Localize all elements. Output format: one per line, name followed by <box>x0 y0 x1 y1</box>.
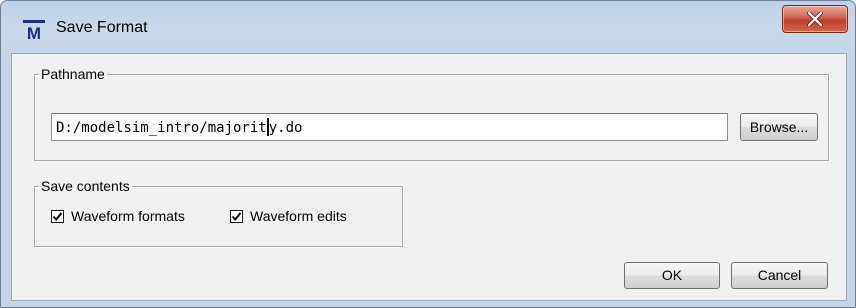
pathname-value-after-caret: y.do <box>268 120 303 136</box>
app-icon-letter: M <box>27 24 41 40</box>
check-icon <box>52 211 63 221</box>
check-icon <box>231 211 242 221</box>
save-format-dialog: M Save Format Pathname D:/modelsim_intro… <box>0 0 856 308</box>
waveform-formats-label: Waveform formats <box>71 208 185 224</box>
save-contents-group-label: Save contents <box>39 178 132 194</box>
close-button[interactable] <box>782 5 848 33</box>
cancel-button[interactable]: Cancel <box>731 262 828 289</box>
title-bar[interactable]: M Save Format <box>1 1 855 53</box>
waveform-edits-label: Waveform edits <box>250 208 347 224</box>
waveform-formats-option[interactable]: Waveform formats <box>51 208 185 224</box>
browse-button[interactable]: Browse... <box>740 113 818 141</box>
window-title: Save Format <box>56 19 148 36</box>
ok-button[interactable]: OK <box>624 262 720 289</box>
waveform-formats-checkbox[interactable] <box>51 209 64 223</box>
pathname-value-before-caret: D:/modelsim_intro/majorit <box>56 120 267 136</box>
pathname-group-label: Pathname <box>39 66 107 82</box>
waveform-edits-checkbox[interactable] <box>230 209 243 223</box>
modelsim-icon: M <box>23 20 45 40</box>
pathname-group: Pathname D:/modelsim_intro/majorit y.do B… <box>34 66 829 161</box>
pathname-input[interactable]: D:/modelsim_intro/majorit y.do <box>51 113 728 141</box>
waveform-edits-option[interactable]: Waveform edits <box>230 208 347 224</box>
close-icon <box>807 12 823 26</box>
dialog-body: Pathname D:/modelsim_intro/majorit y.do B… <box>11 53 847 301</box>
save-contents-group: Save contents Waveform formats Waveform … <box>34 178 403 247</box>
